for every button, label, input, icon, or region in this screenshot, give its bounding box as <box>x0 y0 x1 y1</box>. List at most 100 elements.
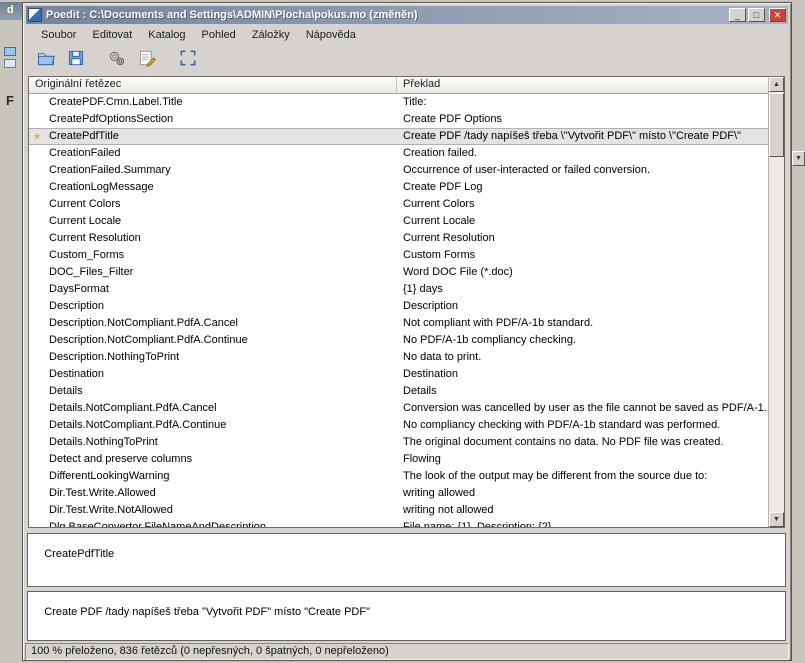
source-string-cell: Custom_Forms <box>45 247 397 264</box>
translation-cell: Flowing <box>397 451 768 468</box>
table-row[interactable]: CreatePDF.Cmn.Label.TitleTitle: <box>29 94 768 111</box>
row-icon-cell <box>29 417 45 434</box>
source-string-cell: Description.NotCompliant.PdfA.Continue <box>45 332 397 349</box>
source-string-cell: Current Resolution <box>45 230 397 247</box>
row-icon-cell <box>29 519 45 527</box>
row-icon-cell <box>29 468 45 485</box>
menu-katalog[interactable]: Katalog <box>141 28 192 42</box>
row-icon-cell <box>29 349 45 366</box>
vertical-scrollbar[interactable]: ▲ ▼ <box>768 77 784 527</box>
table-row[interactable]: Custom_FormsCustom Forms <box>29 247 768 264</box>
source-string-cell: Description.NotCompliant.PdfA.Cancel <box>45 315 397 332</box>
table-row[interactable]: Description.NotCompliant.PdfA.ContinueNo… <box>29 332 768 349</box>
poedit-window: Poedit : C:\Documents and Settings\ADMIN… <box>22 2 792 661</box>
source-text-box[interactable]: CreatePdfTitle <box>27 533 786 587</box>
menu-napoveda[interactable]: Nápověda <box>299 28 363 42</box>
open-button[interactable] <box>32 46 59 72</box>
table-row[interactable]: Details.NothingToPrintThe original docum… <box>29 434 768 451</box>
edit-note-icon <box>137 48 157 71</box>
toolbar <box>26 44 788 74</box>
update-catalog-button[interactable] <box>103 46 130 72</box>
translation-cell: Custom Forms <box>397 247 768 264</box>
source-string-cell: Details.NotCompliant.PdfA.Continue <box>45 417 397 434</box>
table-row[interactable]: Dir.Test.Write.NotAllowedwriting not all… <box>29 502 768 519</box>
translation-cell: No data to print. <box>397 349 768 366</box>
title-bar[interactable]: Poedit : C:\Documents and Settings\ADMIN… <box>26 6 788 24</box>
scroll-up-icon[interactable]: ▲ <box>769 77 784 92</box>
save-icon <box>66 48 86 71</box>
row-icon-cell <box>29 196 45 213</box>
translation-cell: Conversion was cancelled by user as the … <box>397 400 768 417</box>
table-row[interactable]: Current ColorsCurrent Colors <box>29 196 768 213</box>
menu-soubor[interactable]: Soubor <box>34 28 83 42</box>
row-icon-cell <box>29 332 45 349</box>
source-string-cell: Details.NothingToPrint <box>45 434 397 451</box>
menu-editovat[interactable]: Editovat <box>85 28 139 42</box>
table-row[interactable]: Current ResolutionCurrent Resolution <box>29 230 768 247</box>
table-row[interactable]: DetailsDetails <box>29 383 768 400</box>
table-row[interactable]: Description.NothingToPrintNo data to pri… <box>29 349 768 366</box>
table-row[interactable]: DestinationDestination <box>29 366 768 383</box>
scrollbar-track[interactable] <box>769 92 784 512</box>
header-original-string[interactable]: Originální řetězec <box>29 77 397 94</box>
table-row[interactable]: CreationFailed.SummaryOccurrence of user… <box>29 162 768 179</box>
translation-cell: writing not allowed <box>397 502 768 519</box>
source-string-cell: Description <box>45 298 397 315</box>
translation-cell: The original document contains no data. … <box>397 434 768 451</box>
table-row[interactable]: CreatePdfOptionsSectionCreate PDF Option… <box>29 111 768 128</box>
source-string-cell: DOC_Files_Filter <box>45 264 397 281</box>
table-row[interactable]: DOC_Files_FilterWord DOC File (*.doc) <box>29 264 768 281</box>
close-button[interactable]: ✕ <box>769 8 786 22</box>
source-string-cell: CreatePDF.Cmn.Label.Title <box>45 94 397 111</box>
source-string-cell: CreationLogMessage <box>45 179 397 196</box>
row-icon-cell <box>29 315 45 332</box>
table-row[interactable]: Current LocaleCurrent Locale <box>29 213 768 230</box>
row-icon-cell <box>29 230 45 247</box>
source-text: CreatePdfTitle <box>44 548 114 560</box>
fullscreen-button[interactable] <box>174 46 201 72</box>
table-row[interactable]: Dlg.BaseConvertor.FileNameAndDescription… <box>29 519 768 527</box>
table-row[interactable]: Description.NotCompliant.PdfA.CancelNot … <box>29 315 768 332</box>
table-row[interactable]: ★CreatePdfTitleCreate PDF /tady napíšeš … <box>29 128 768 145</box>
save-button[interactable] <box>62 46 89 72</box>
maximize-button[interactable]: □ <box>748 8 765 22</box>
row-icon-cell <box>29 451 45 468</box>
translation-cell: Description <box>397 298 768 315</box>
menu-zalozky[interactable]: Záložky <box>245 28 297 42</box>
header-translation[interactable]: Překlad <box>397 77 768 94</box>
source-string-cell: Current Locale <box>45 213 397 230</box>
minimize-button[interactable]: _ <box>729 8 746 22</box>
string-table: Originální řetězec Překlad CreatePDF.Cmn… <box>28 76 785 528</box>
edit-comment-button[interactable] <box>133 46 160 72</box>
table-row[interactable]: Details.NotCompliant.PdfA.ContinueNo com… <box>29 417 768 434</box>
table-row[interactable]: DifferentLookingWarningThe look of the o… <box>29 468 768 485</box>
row-icon-cell <box>29 247 45 264</box>
scrollbar-thumb[interactable] <box>769 93 784 157</box>
table-row[interactable]: Details.NotCompliant.PdfA.CancelConversi… <box>29 400 768 417</box>
row-icon-cell <box>29 298 45 315</box>
table-row[interactable]: Detect and preserve columnsFlowing <box>29 451 768 468</box>
table-row[interactable]: DaysFormat{1} days <box>29 281 768 298</box>
scroll-down-icon[interactable]: ▼ <box>769 512 784 527</box>
row-icon-cell <box>29 264 45 281</box>
row-icon-cell <box>29 366 45 383</box>
table-row[interactable]: CreationFailedCreation failed. <box>29 145 768 162</box>
translation-text-box[interactable]: Create PDF /tady napíšeš třeba "Vytvořit… <box>27 591 786 641</box>
table-row[interactable]: CreationLogMessageCreate PDF Log <box>29 179 768 196</box>
source-string-cell: Details <box>45 383 397 400</box>
menu-pohled[interactable]: Pohled <box>195 28 243 42</box>
translation-cell: The look of the output may be different … <box>397 468 768 485</box>
status-text: 100 % přeloženo, 836 řetězců (0 nepřesný… <box>31 645 389 657</box>
translation-cell: Create PDF /tady napíšeš třeba \"Vytvoři… <box>397 128 768 145</box>
source-string-cell: Destination <box>45 366 397 383</box>
menu-bar: Soubor Editovat Katalog Pohled Záložky N… <box>26 26 788 43</box>
source-string-cell: DifferentLookingWarning <box>45 468 397 485</box>
translation-cell: {1} days <box>397 281 768 298</box>
table-row[interactable]: Dir.Test.Write.Allowedwriting allowed <box>29 485 768 502</box>
row-icon-cell <box>29 400 45 417</box>
table-row[interactable]: DescriptionDescription <box>29 298 768 315</box>
background-window-toolbar-fragment <box>0 44 20 70</box>
translation-cell: Destination <box>397 366 768 383</box>
row-icon-cell <box>29 502 45 519</box>
status-bar: 100 % přeloženo, 836 řetězců (0 nepřesný… <box>25 643 789 660</box>
